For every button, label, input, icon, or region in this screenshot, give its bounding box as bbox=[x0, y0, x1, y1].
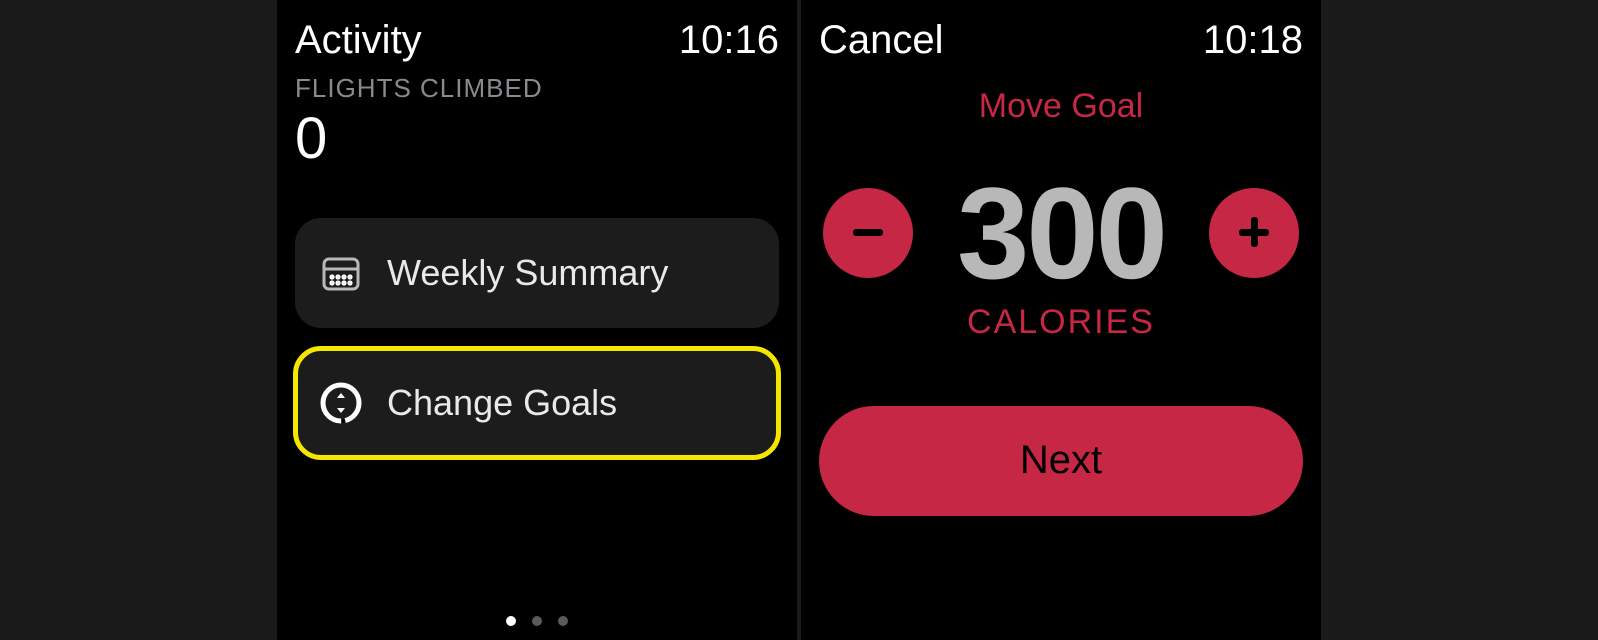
minus-icon bbox=[845, 209, 891, 258]
plus-icon bbox=[1231, 209, 1277, 258]
page-indicator bbox=[506, 616, 568, 626]
goal-title: Move Goal bbox=[819, 87, 1303, 126]
flights-climbed-value: 0 bbox=[295, 110, 779, 168]
change-goals-label: Change Goals bbox=[387, 382, 617, 424]
goal-value: 300 bbox=[957, 178, 1165, 289]
header: Activity 10:16 bbox=[295, 18, 779, 63]
clock-time: 10:16 bbox=[679, 18, 779, 63]
clock-time: 10:18 bbox=[1203, 18, 1303, 63]
next-button[interactable]: Next bbox=[819, 406, 1303, 516]
page-dot-2 bbox=[532, 616, 542, 626]
flights-climbed-label: FLIGHTS CLIMBED bbox=[295, 73, 779, 104]
change-goals-icon bbox=[319, 381, 363, 425]
decrement-button[interactable] bbox=[823, 188, 913, 278]
header: Cancel 10:18 bbox=[819, 18, 1303, 63]
weekly-summary-button[interactable]: Weekly Summary bbox=[295, 218, 779, 328]
goal-unit: CALORIES bbox=[819, 303, 1303, 342]
page-dot-1 bbox=[506, 616, 516, 626]
screen-title: Activity bbox=[295, 18, 422, 63]
goal-stepper: 300 bbox=[819, 178, 1303, 289]
calendar-icon bbox=[319, 251, 363, 295]
weekly-summary-label: Weekly Summary bbox=[387, 252, 668, 294]
options-list: Weekly Summary Change Goals bbox=[295, 218, 779, 458]
page-dot-3 bbox=[558, 616, 568, 626]
cancel-button[interactable]: Cancel bbox=[819, 18, 944, 63]
move-goal-screen: Cancel 10:18 Move Goal 300 CALORIES bbox=[801, 0, 1321, 640]
change-goals-button[interactable]: Change Goals bbox=[295, 348, 779, 458]
activity-screen: Activity 10:16 FLIGHTS CLIMBED 0 bbox=[277, 0, 797, 640]
increment-button[interactable] bbox=[1209, 188, 1299, 278]
